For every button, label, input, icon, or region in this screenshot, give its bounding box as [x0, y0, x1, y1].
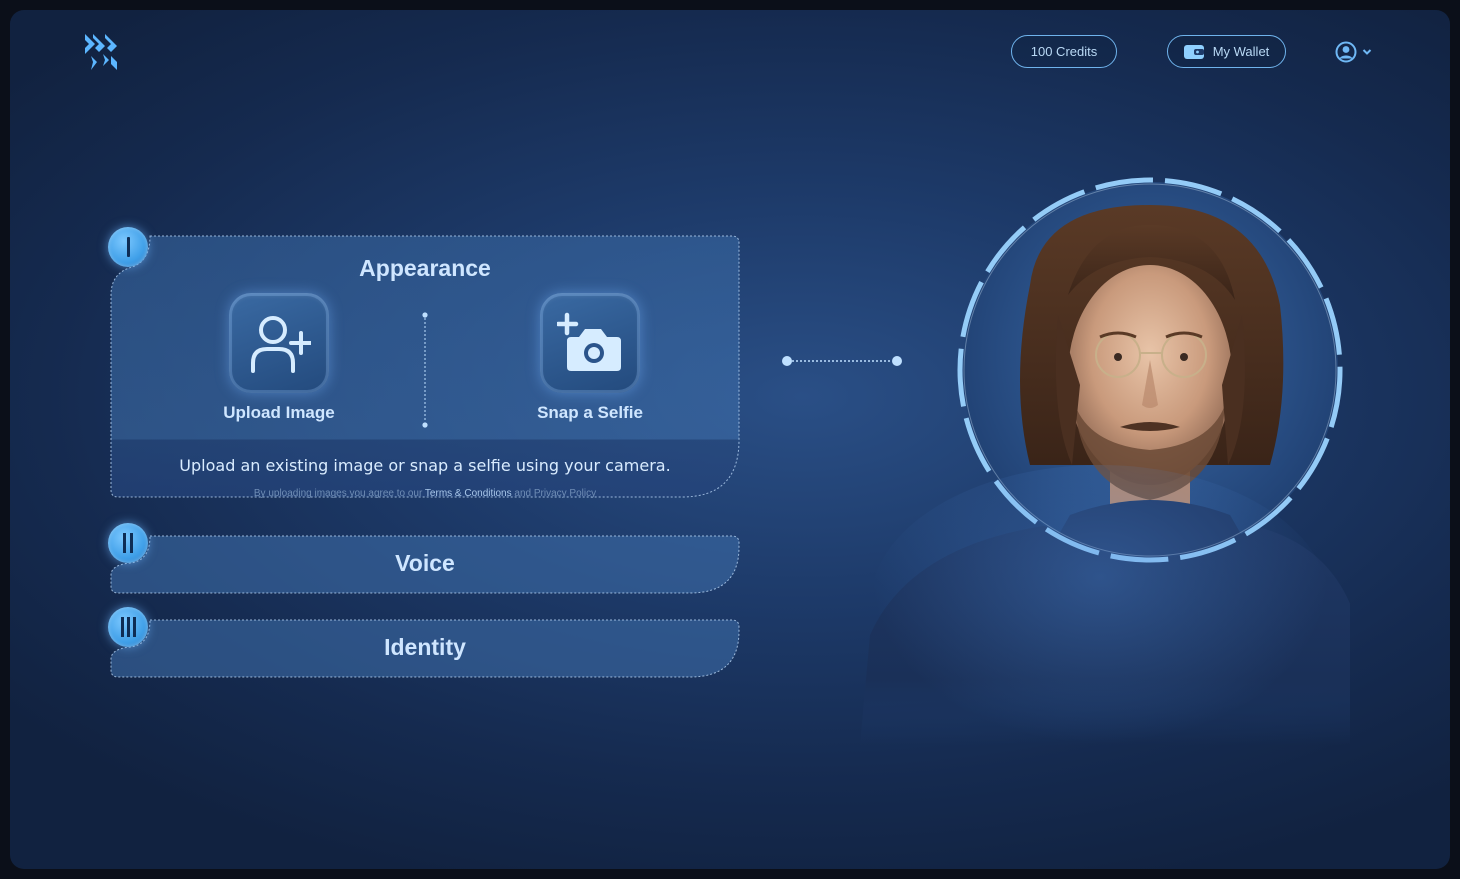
snap-selfie-label: Snap a Selfie: [537, 403, 643, 422]
wallet-icon: [1183, 44, 1204, 59]
legal-prefix: By uploading images you agree to our: [253, 488, 425, 499]
step-title-voice: Voice: [395, 550, 455, 576]
credits-button[interactable]: 100 Credits: [1011, 35, 1117, 68]
legal-notice: By uploading images you agree to our Ter…: [110, 488, 740, 499]
user-menu[interactable]: [1335, 41, 1372, 63]
terms-link[interactable]: Terms & Conditions: [425, 488, 512, 499]
user-avatar-icon: [1335, 41, 1357, 63]
app-window: 100 Credits My Wallet Appearance Upload …: [10, 10, 1450, 869]
step-identity-card[interactable]: Identity: [108, 607, 740, 678]
add-user-icon: [251, 316, 311, 373]
step-title-identity: Identity: [384, 634, 466, 660]
wallet-button[interactable]: My Wallet: [1167, 35, 1286, 68]
step-appearance-card[interactable]: Appearance Upload Image Snap a Selfie Up…: [108, 227, 740, 499]
legal-and: and: [511, 488, 534, 499]
step-voice-card[interactable]: Voice: [108, 523, 740, 594]
options-divider: [422, 312, 428, 428]
wallet-label: My Wallet: [1212, 44, 1270, 59]
privacy-link[interactable]: Privacy Policy: [534, 488, 596, 499]
upload-image-label: Upload Image: [223, 403, 335, 422]
logo-icon[interactable]: [83, 32, 119, 72]
avatar-preview: [850, 165, 1370, 745]
add-camera-icon: [557, 312, 621, 371]
upload-image-button[interactable]: [229, 293, 329, 393]
credits-label: 100 Credits: [1030, 44, 1098, 59]
step-title-appearance: Appearance: [359, 255, 491, 281]
snap-selfie-button[interactable]: [540, 293, 640, 393]
chevron-down-icon: [1362, 49, 1372, 55]
appearance-description: Upload an existing image or snap a selfi…: [179, 456, 671, 475]
